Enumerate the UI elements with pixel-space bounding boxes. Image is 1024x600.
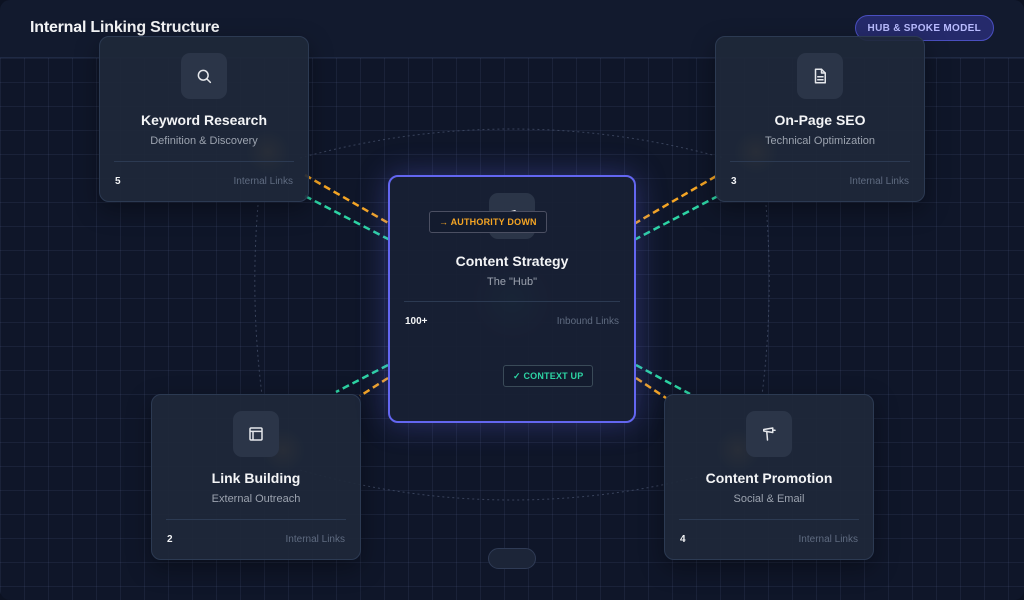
link-count-label: Internal Links [285, 534, 345, 545]
context-line-tl [304, 194, 391, 242]
frame-icon [233, 411, 279, 457]
hub-subtitle: The "Hub" [487, 276, 537, 288]
spoke-subtitle: External Outreach [211, 493, 301, 505]
ring-bottom [299, 469, 725, 501]
context-up-tag: ✓ CONTEXT UP [503, 365, 594, 387]
link-count: 4 [680, 534, 686, 545]
search-icon [181, 53, 227, 99]
ring-left [254, 204, 263, 396]
hub-link-count-label: Inbound Links [556, 316, 619, 327]
divider [679, 519, 859, 520]
divider [404, 301, 620, 302]
link-count: 5 [115, 176, 121, 187]
divider [114, 161, 294, 162]
hub-link-count: 100+ [405, 316, 428, 327]
link-count: 2 [167, 534, 173, 545]
spoke-subtitle: Social & Email [733, 493, 805, 505]
megaphone-icon [746, 411, 792, 457]
ring-right [761, 204, 770, 396]
spoke-content-promotion[interactable]: Content Promotion Social & Email 4 Inter… [664, 394, 874, 560]
spoke-on-page-seo[interactable]: On-Page SEO Technical Optimization 3 Int… [715, 36, 925, 202]
link-count-label: Internal Links [233, 176, 293, 187]
spoke-title: On-Page SEO [774, 112, 866, 128]
diagram-frame: Internal Linking Structure HUB & SPOKE M… [0, 0, 1024, 600]
arrow-right-icon: → [439, 217, 449, 227]
divider [730, 161, 910, 162]
ring-top [299, 128, 725, 159]
divider [166, 519, 346, 520]
link-count: 3 [731, 176, 737, 187]
spoke-title: Keyword Research [140, 112, 268, 128]
link-count-label: Internal Links [798, 534, 858, 545]
spoke-subtitle: Technical Optimization [764, 135, 876, 147]
link-count-label: Internal Links [849, 176, 909, 187]
authority-line-br [635, 376, 667, 400]
spoke-keyword-research[interactable]: Keyword Research Definition & Discovery … [99, 36, 309, 202]
check-icon: ✓ [513, 371, 521, 381]
context-up-label: CONTEXT UP [523, 371, 584, 381]
spoke-link-building[interactable]: Link Building External Outreach 2 Intern… [151, 394, 361, 560]
document-icon [797, 53, 843, 99]
context-line-br [635, 363, 691, 396]
authority-down-label: AUTHORITY DOWN [450, 217, 537, 227]
authority-line-bl [359, 376, 389, 398]
authority-down-tag: → AUTHORITY DOWN [429, 211, 547, 233]
scroll-pill[interactable] [488, 548, 536, 569]
spoke-title: Content Promotion [705, 470, 833, 486]
spoke-title: Link Building [211, 470, 301, 486]
context-line-bl [335, 363, 389, 394]
spoke-subtitle: Definition & Discovery [150, 135, 258, 147]
hub-title: Content Strategy [455, 253, 569, 269]
